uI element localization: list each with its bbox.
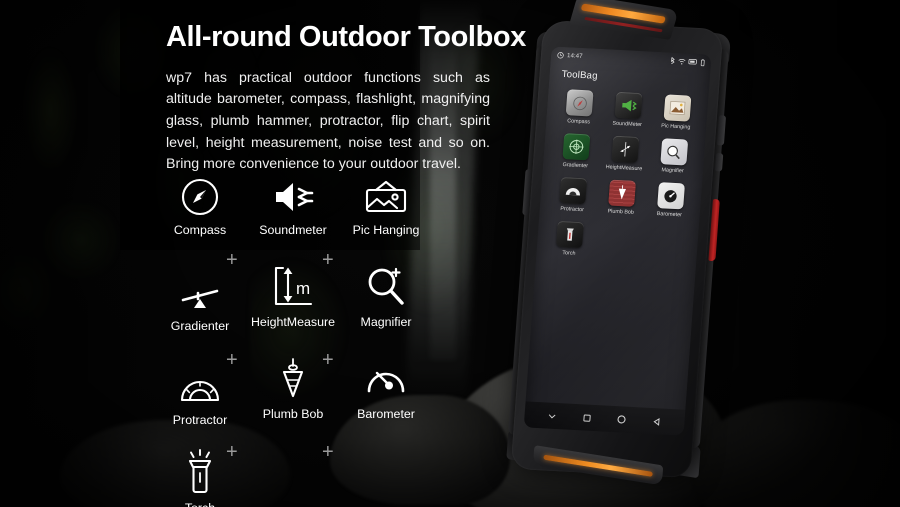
wifi-icon [678,57,687,64]
tool-label: Gradienter [170,319,230,333]
signal-icon [688,58,698,65]
tool-label: Compass [173,223,227,237]
barometer-app-icon [656,182,685,210]
side-button-volume-up[interactable] [716,115,727,146]
recents-square-icon[interactable] [582,413,592,422]
phone-app-soundmeter[interactable]: SoundMeter [603,91,654,128]
copy-block: All-round Outdoor Toolbox wp7 has practi… [166,21,526,176]
phone-app-pic-hanging[interactable]: Pic Hanging [651,94,702,131]
tool-item-compass[interactable]: Compass [152,172,248,237]
svg-text:m: m [296,279,310,298]
page-title: All-round Outdoor Toolbox [166,21,526,53]
app-screen-title: ToolBag [561,68,599,82]
app-label: Torch [562,250,576,257]
tool-label: HeightMeasure [250,315,336,329]
compass-app-icon [565,89,594,117]
phone-app-heightmeasure[interactable]: HeightMeasure [599,135,650,172]
home-circle-icon[interactable] [617,414,628,424]
app-label: Magnifier [661,167,684,175]
status-time: 14:47 [566,51,583,60]
app-label: SoundMeter [612,120,643,129]
rugged-phone: 14:47 ToolBag Compass SoundMeter Pic Han… [506,0,731,486]
magnifier-app-icon [659,138,688,166]
tool-label: Plumb Bob [262,407,324,421]
bluetooth-icon [670,57,676,65]
heightmeasure-app-icon [611,135,640,163]
description-text: wp7 has practical outdoor functions such… [166,69,490,173]
phone-app-compass[interactable]: Compass [554,89,605,126]
tool-item-heightmeasure[interactable]: m HeightMeasure [245,264,341,329]
status-icons [670,57,706,67]
tool-item-protractor[interactable]: Protractor [152,362,248,427]
app-label: Barometer [656,211,683,219]
picture-frame-icon [338,172,434,218]
separator-plus: + [322,441,334,463]
flashlight-icon [152,449,248,496]
phone-app-gradienter[interactable]: Gradienter [551,133,602,170]
phone-app-magnifier[interactable]: Magnifier [648,138,699,175]
tool-label: Magnifier [360,315,412,329]
phone-app-barometer[interactable]: Barometer [645,182,696,219]
compass-icon [152,172,248,218]
separator-plus: + [226,249,238,271]
side-button-volume-down[interactable] [714,153,724,172]
gauge-icon [338,356,434,402]
speaker-icon [245,172,341,218]
protractor-icon [152,362,248,408]
phone-screen[interactable]: 14:47 ToolBag Compass SoundMeter Pic Han… [523,46,712,436]
tool-label: Pic Hanging [352,223,420,237]
tool-label: Torch [152,501,248,507]
phone-app-grid: Compass SoundMeter Pic Hanging Gradiente… [544,89,702,263]
tool-item-magnifier[interactable]: Magnifier [338,264,434,329]
app-label: Pic Hanging [661,123,691,131]
torch-app-icon [556,220,585,249]
tool-item-barometer[interactable]: Barometer [338,356,434,421]
tool-item-torch[interactable]: Torch [152,449,248,507]
alarm-clock-icon [557,51,565,58]
tool-label: Protractor [172,413,228,427]
gradienter-app-icon [562,133,591,161]
chevron-down-icon[interactable] [547,411,557,420]
phone-product-image: 14:47 ToolBag Compass SoundMeter Pic Han… [505,0,735,500]
tool-item-plumb-bob[interactable]: Plumb Bob [245,356,341,421]
tool-item-soundmeter[interactable]: Soundmeter [245,172,341,237]
magnifier-plus-icon [338,264,434,310]
tool-icon-grid: Compass Soundmeter Pic Hanging + + Gradi… [152,172,422,507]
phone-app-plumbbob[interactable]: Plumb Bob [596,179,647,216]
app-label: Compass [566,118,591,126]
plumbbob-app-icon [608,179,637,207]
battery-icon [700,58,706,66]
app-label: Gradienter [562,162,589,170]
app-label: Protractor [560,205,585,214]
protractor-app-icon [559,177,588,205]
back-triangle-icon[interactable] [652,417,662,426]
plumb-bob-icon [245,356,341,402]
seesaw-level-icon [152,268,248,314]
tool-label: Barometer [357,407,415,421]
tool-item-gradienter[interactable]: Gradienter [152,268,248,333]
height-arrow-icon: m [245,264,341,310]
pic-hanging-app-icon [663,94,692,122]
app-label: Plumb Bob [607,208,635,216]
phone-app-torch[interactable]: Torch [544,220,595,257]
tool-item-pic-hanging[interactable]: Pic Hanging [338,172,434,237]
soundmeter-app-icon [614,91,643,120]
tool-label: Soundmeter [259,223,327,237]
app-label: HeightMeasure [605,164,643,173]
phone-app-protractor[interactable]: Protractor [548,176,599,213]
